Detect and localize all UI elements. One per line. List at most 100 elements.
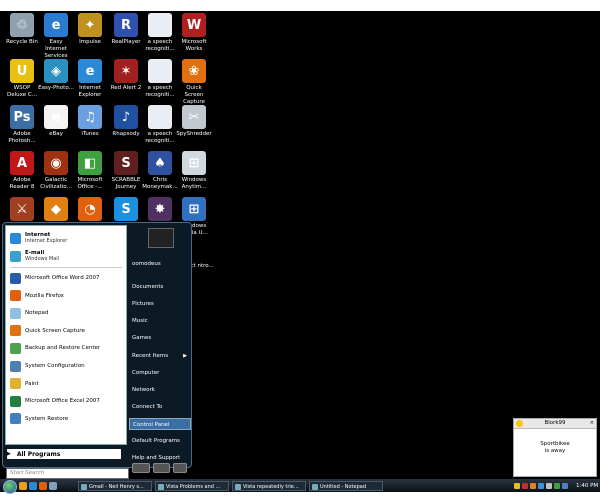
desktop-icon[interactable]: e Internet Explorer [72, 59, 108, 99]
recent-program-label: Paint [25, 380, 39, 387]
desktop-icon[interactable]: ♪ Rhapsody [108, 105, 144, 138]
taskbar-window-button[interactable]: Vista Problems and ... [155, 481, 229, 491]
desktop-icon[interactable]: ◉ Galactic Civilizatio... [38, 151, 74, 191]
desktop-icon[interactable]: ◧ Microsoft Office -... [72, 151, 108, 191]
recent-program-item[interactable]: Microsoft Office Word 2007 [10, 271, 99, 285]
window-app-icon [81, 484, 87, 490]
start-menu-place-item[interactable]: Music [129, 315, 191, 327]
power-icon[interactable] [132, 463, 150, 473]
desktop-icon[interactable]: U WSOP Deluxe C... [4, 59, 40, 99]
aim-running-man-icon [516, 420, 523, 427]
desktop-icon-label: Microsoft Office -... [77, 177, 103, 190]
recent-program-item[interactable]: Quick Screen Capture [10, 324, 85, 338]
start-menu-place-label: Network [132, 387, 155, 393]
desktop-icon[interactable]: R RealPlayer [108, 13, 144, 46]
all-programs-button[interactable]: ▶ All Programs [7, 449, 121, 459]
start-menu-place-item[interactable]: Pictures [129, 298, 191, 310]
start-search-input[interactable]: Start Search [6, 468, 129, 479]
start-menu-place-item[interactable]: Default Programs [129, 435, 191, 447]
tray-aim-icon[interactable] [514, 483, 520, 489]
desktop-icon-label: Microsoft Works [181, 39, 207, 52]
desktop-icon[interactable]: e eBay [38, 105, 74, 138]
tray-app-icon[interactable] [562, 483, 568, 489]
close-icon[interactable]: × [590, 419, 594, 428]
taskbar-window-button[interactable]: Gmail - Neil Henry s... [78, 481, 152, 491]
start-menu-place-item[interactable]: Documents [129, 281, 191, 293]
taskbar-window-button[interactable]: Vista repeatedly trie... [232, 481, 306, 491]
excel-icon [10, 395, 21, 407]
desktop-icon[interactable]: a speech recogniti... [142, 105, 178, 145]
tray-network-icon[interactable] [538, 483, 544, 489]
start-menu-place-label: Computer [132, 370, 160, 376]
tray-app-icon[interactable] [554, 483, 560, 489]
recent-program-item[interactable]: Mozilla Firefox [10, 289, 64, 303]
chevron-right-icon: ▶ [7, 451, 11, 457]
desktop-icon[interactable]: a speech recogniti... [142, 59, 178, 99]
start-menu-place-label: Documents [132, 284, 164, 290]
config-icon [10, 360, 21, 372]
desktop-icon[interactable]: S SCRABBLE Journey [108, 151, 144, 191]
tray-app-icon[interactable] [530, 483, 536, 489]
desktop-icon[interactable]: ◈ Easy-Photo... [38, 59, 74, 92]
pinned-item[interactable]: Internet Internet Explorer [10, 230, 67, 246]
start-menu-place-item[interactable]: Connect To [129, 401, 191, 413]
desktop-icon[interactable]: ⊞ Windows Anytim... [176, 151, 212, 191]
red-alert-icon: ✶ [114, 59, 138, 83]
desktop-icon-label: Easy Internet Services [44, 39, 68, 59]
desktop-icon[interactable]: W Microsoft Works [176, 13, 212, 53]
desktop-icon[interactable]: ❀ Quick Screen Capture [176, 59, 212, 106]
recent-program-label: Notepad [25, 310, 49, 317]
document-icon [148, 59, 172, 83]
aim-header: Blork99 × [514, 419, 596, 429]
start-menu-place-item[interactable]: Recent Items ▶ [129, 350, 191, 362]
desktop-icon-label: Easy-Photo... [38, 85, 74, 91]
desktop-icon[interactable]: Ps Adobe Photosh... [4, 105, 40, 145]
word-icon [10, 272, 21, 284]
desktop-icon[interactable]: ♠ Chris Moneymak... [142, 151, 178, 191]
tray-security-icon[interactable] [522, 483, 528, 489]
desktop-icon[interactable]: ✶ Red Alert 2 [108, 59, 144, 92]
document-icon [148, 105, 172, 129]
desktop-icon-label: a speech recogniti... [145, 85, 175, 98]
tray-volume-icon[interactable] [546, 483, 552, 489]
ebay-icon: e [44, 105, 68, 129]
menu-separator [10, 267, 122, 268]
desktop-icon[interactable]: ♫ iTunes [72, 105, 108, 138]
globe-icon: e [44, 13, 68, 37]
horseshoe-icon: U [10, 59, 34, 83]
recent-program-item[interactable]: Microsoft Office Excel 2007 [10, 394, 100, 408]
recent-program-item[interactable]: System Restore [10, 412, 68, 426]
taskbar-window-button[interactable]: Untitled - Notepad [309, 481, 383, 491]
desktop-icon-label: a speech recogniti... [145, 131, 175, 144]
pinned-item[interactable]: E-mail Windows Mail [10, 248, 59, 264]
start-button[interactable] [3, 480, 17, 494]
taskbar-clock[interactable]: 1:40 PM [576, 481, 598, 491]
start-menu-place-label: Music [132, 318, 148, 324]
quick-launch-switch-windows-icon[interactable] [49, 482, 57, 490]
start-menu-place-item[interactable]: Games [129, 332, 191, 344]
quick-launch-ie-icon[interactable] [29, 482, 37, 490]
pinned-item-text: Internet Internet Explorer [25, 232, 67, 244]
desktop-icon[interactable]: A Adobe Reader 8 [4, 151, 40, 191]
desktop-icon[interactable]: ♲ Recycle Bin [4, 13, 40, 46]
chevron-right-icon[interactable] [173, 463, 188, 473]
recent-program-item[interactable]: Backup and Restore Center [10, 341, 100, 355]
desktop-icon[interactable]: e Easy Internet Services [38, 13, 74, 60]
quick-launch-firefox-icon[interactable] [39, 482, 47, 490]
start-menu-place-item[interactable]: oomodeus [129, 258, 191, 270]
start-menu-place-item[interactable]: Control Panel [129, 418, 191, 430]
start-menu-place-item[interactable]: Network [129, 384, 191, 396]
lock-icon[interactable] [152, 463, 171, 473]
skype-icon: S [114, 197, 138, 221]
recent-program-item[interactable]: Paint [10, 377, 39, 391]
desktop-icon-label: WSOP Deluxe C... [7, 85, 37, 98]
desktop-icon[interactable]: ✦ Impulse [72, 13, 108, 46]
desktop-icon[interactable]: ✂ SpyShredder [176, 105, 212, 138]
quick-launch-show-desktop-icon[interactable] [19, 482, 27, 490]
recent-program-item[interactable]: System Configuration [10, 359, 85, 373]
impulse-icon: ✦ [78, 13, 102, 37]
start-menu-place-item[interactable]: Computer [129, 367, 191, 379]
desktop-icon-label: eBay [49, 131, 63, 137]
recent-program-item[interactable]: Notepad [10, 306, 48, 320]
desktop-icon[interactable]: a speech recogniti... [142, 13, 178, 53]
